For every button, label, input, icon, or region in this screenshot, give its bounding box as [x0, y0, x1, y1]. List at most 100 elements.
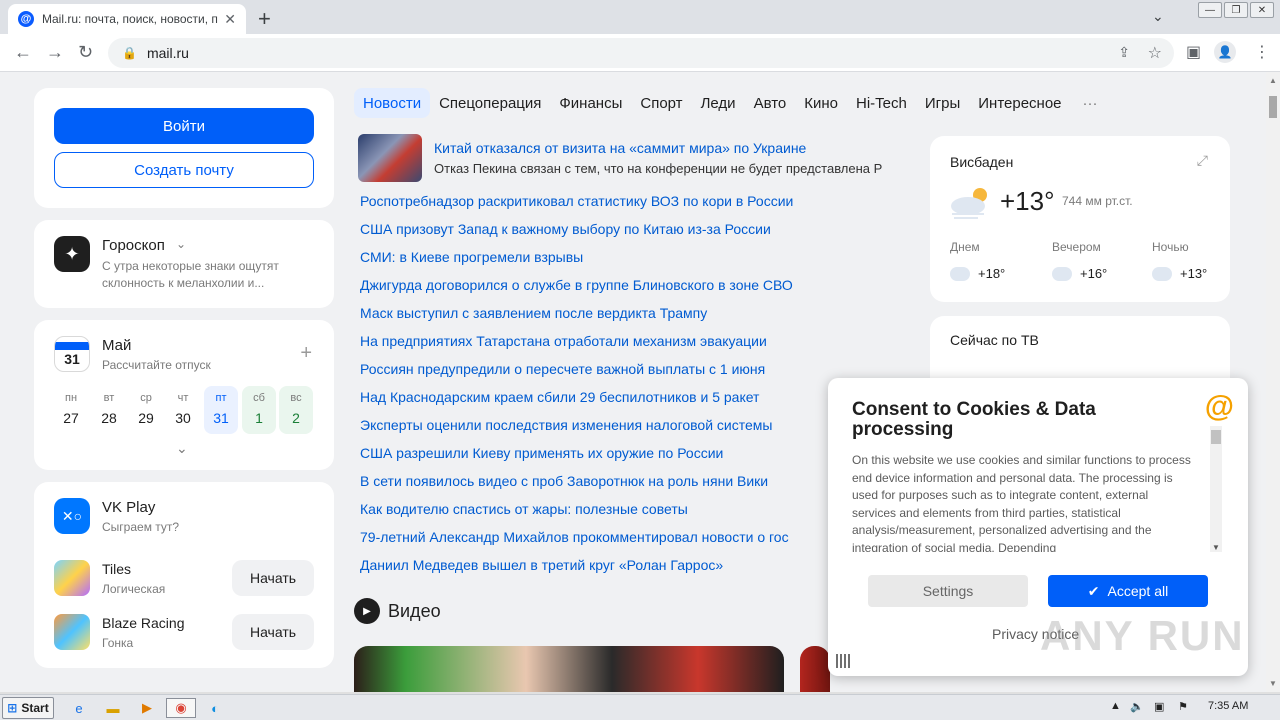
news-link[interactable]: Джигурда договорился о службе в группе Б…	[360, 274, 830, 302]
news-link[interactable]: Маск выступил с заявлением после вердикт…	[360, 302, 830, 330]
more-categories-icon[interactable]: ···	[1071, 95, 1098, 112]
show-hidden-icons[interactable]: ▲	[1110, 700, 1121, 712]
start-button[interactable]: ⊞ Start	[2, 697, 54, 719]
checkmark-icon: ✔	[1087, 582, 1100, 599]
address-bar[interactable]: 🔒 mail.ru ⇪ ☆	[108, 38, 1174, 68]
start-game-button[interactable]: Начать	[232, 614, 314, 650]
news-link[interactable]: 79-летний Александр Михайлов прокомменти…	[360, 526, 830, 554]
tab-interesting[interactable]: Интересное	[969, 88, 1070, 118]
game-genre: Гонка	[102, 636, 134, 650]
tab-finance[interactable]: Финансы	[550, 88, 631, 118]
lock-icon[interactable]: 🔒	[122, 46, 137, 60]
browser-tab[interactable]: @ Mail.ru: почта, поиск, новости, пр ✕	[8, 4, 246, 34]
login-button[interactable]: Войти	[54, 108, 314, 144]
news-link[interactable]: Как водителю спастись от жары: полезные …	[360, 498, 830, 526]
tab-lady[interactable]: Леди	[692, 88, 745, 118]
tab-news[interactable]: Новости	[354, 88, 431, 118]
add-event-icon[interactable]: +	[300, 342, 312, 365]
volume-icon[interactable]: 🔈	[1130, 700, 1144, 713]
lead-story-image[interactable]	[358, 134, 422, 182]
close-tab-icon[interactable]: ✕	[224, 11, 236, 28]
game-name[interactable]: Tiles	[102, 561, 131, 577]
settings-button[interactable]: Settings	[868, 575, 1028, 607]
action-center-icon[interactable]: ⚑	[1178, 700, 1188, 713]
forecast-slot: Вечером +16°	[1052, 240, 1108, 281]
calendar-day-weekend[interactable]: вс 2	[279, 386, 313, 434]
minimize-icon[interactable]: —	[1198, 2, 1222, 18]
network-icon[interactable]: ▣	[1154, 700, 1164, 713]
forward-icon[interactable]: →	[46, 42, 64, 63]
accept-all-label: Accept all	[1107, 583, 1169, 599]
news-link[interactable]: США разрешили Киеву применять их оружие …	[360, 442, 830, 470]
accept-all-button[interactable]: ✔ Accept all	[1048, 575, 1208, 607]
share-icon[interactable]: ⇪	[1118, 44, 1130, 61]
tab-cinema[interactable]: Кино	[795, 88, 847, 118]
close-window-icon[interactable]: ✕	[1250, 2, 1274, 18]
news-link[interactable]: Россиян предупредили о пересчете важной …	[360, 358, 830, 386]
calendar-widget: 31 Май Рассчитайте отпуск + пн 27 вт 28 ср…	[34, 320, 334, 470]
tab-auto[interactable]: Авто	[745, 88, 796, 118]
horoscope-title: Гороскоп	[102, 237, 165, 254]
game-name[interactable]: Blaze Racing	[102, 615, 185, 631]
tab-sport[interactable]: Спорт	[631, 88, 691, 118]
tab-search-chevron-icon[interactable]: ⌄	[1152, 8, 1164, 25]
mailru-favicon-icon: @	[18, 11, 34, 27]
consent-scrollbar[interactable]: ▼	[1210, 426, 1222, 552]
calendar-icon: 31	[54, 336, 90, 372]
forecast-slot: Ночью +13°	[1152, 240, 1208, 281]
calendar-day-today[interactable]: пт 31	[204, 386, 238, 434]
start-game-button[interactable]: Начать	[232, 560, 314, 596]
calendar-day-weekend[interactable]: сб 1	[242, 386, 276, 434]
news-link[interactable]: На предприятиях Татарстана отработали ме…	[360, 330, 830, 358]
qr-code-icon[interactable]	[836, 654, 852, 668]
new-tab-icon[interactable]: +	[258, 6, 271, 32]
weather-city[interactable]: Висбаден	[950, 154, 1013, 170]
side-panel-icon[interactable]: ▣	[1186, 42, 1201, 62]
tiles-game-icon[interactable]	[54, 560, 90, 596]
weather-widget[interactable]: Висбаден ⤢ +13° 744 мм рт.ст. Днем +18° …	[930, 136, 1230, 302]
anyrun-watermark: ANY RUN	[1040, 612, 1245, 659]
bookmark-star-icon[interactable]: ☆	[1148, 43, 1162, 63]
tab-games[interactable]: Игры	[916, 88, 969, 118]
calendar-day[interactable]: ср 29	[129, 386, 163, 434]
expand-calendar-chevron-icon[interactable]: ⌄	[176, 440, 188, 457]
chrome-icon[interactable]: ◉	[166, 698, 196, 718]
news-link[interactable]: Эксперты оценили последствия изменения н…	[360, 414, 830, 442]
calendar-day[interactable]: чт 30	[166, 386, 200, 434]
clock[interactable]: 7:35 AM	[1208, 700, 1248, 712]
edge-icon[interactable]: ◐	[204, 698, 226, 718]
vkplay-title[interactable]: VK Play	[102, 499, 155, 516]
news-link[interactable]: СМИ: в Киеве прогремели взрывы	[360, 246, 830, 274]
news-link[interactable]: США призовут Запад к важному выбору по К…	[360, 218, 830, 246]
chrome-menu-icon[interactable]: ⋮	[1254, 42, 1270, 62]
tv-widget-title[interactable]: Сейчас по ТВ	[950, 332, 1039, 348]
chevron-down-icon[interactable]: ⌄	[176, 237, 186, 251]
page-scrollbar[interactable]: ▲ ▼	[1266, 72, 1280, 692]
news-link[interactable]: В сети появилось видео с проб Заворотнюк…	[360, 470, 830, 498]
reload-icon[interactable]: ↻	[78, 42, 93, 63]
vkplay-logo-icon[interactable]: ✕○	[54, 498, 90, 534]
horoscope-text-line1: С утра некоторые знаки ощутят	[102, 259, 279, 273]
create-mail-button[interactable]: Создать почту	[54, 152, 314, 188]
tab-hitech[interactable]: Hi-Tech	[847, 88, 916, 118]
tab-special-operation[interactable]: Спецоперация	[430, 88, 550, 118]
consent-title: Consent to Cookies & Data processing	[852, 399, 1096, 440]
news-link[interactable]: Роспотребнадзор раскритиковал статистику…	[360, 190, 830, 218]
horoscope-widget[interactable]: ✦ Гороскоп ⌄ С утра некоторые знаки ощут…	[34, 220, 334, 308]
news-link[interactable]: Над Краснодарским краем сбили 29 беспило…	[360, 386, 830, 414]
window-controls: — ❐ ✕	[1198, 2, 1274, 18]
folder-icon[interactable]: ▬	[102, 698, 124, 718]
video-section-header[interactable]: ▶ Видео	[354, 598, 441, 624]
calendar-day[interactable]: вт 28	[92, 386, 126, 434]
news-link[interactable]: Даниил Медведев вышел в третий круг «Рол…	[360, 554, 830, 582]
horoscope-text-line2: склонность к меланхолии и...	[102, 276, 265, 290]
ie-icon[interactable]: e	[68, 698, 90, 718]
restore-icon[interactable]: ❐	[1224, 2, 1248, 18]
profile-avatar-icon[interactable]: 👤	[1214, 41, 1236, 63]
calendar-day[interactable]: пн 27	[54, 386, 88, 434]
lead-story-headline[interactable]: Китай отказался от визита на «саммит мир…	[434, 140, 806, 156]
expand-icon[interactable]: ⤢	[1197, 152, 1208, 169]
blaze-racing-game-icon[interactable]	[54, 614, 90, 650]
media-player-icon[interactable]: ▶	[136, 698, 158, 718]
back-icon[interactable]: ←	[14, 42, 32, 63]
